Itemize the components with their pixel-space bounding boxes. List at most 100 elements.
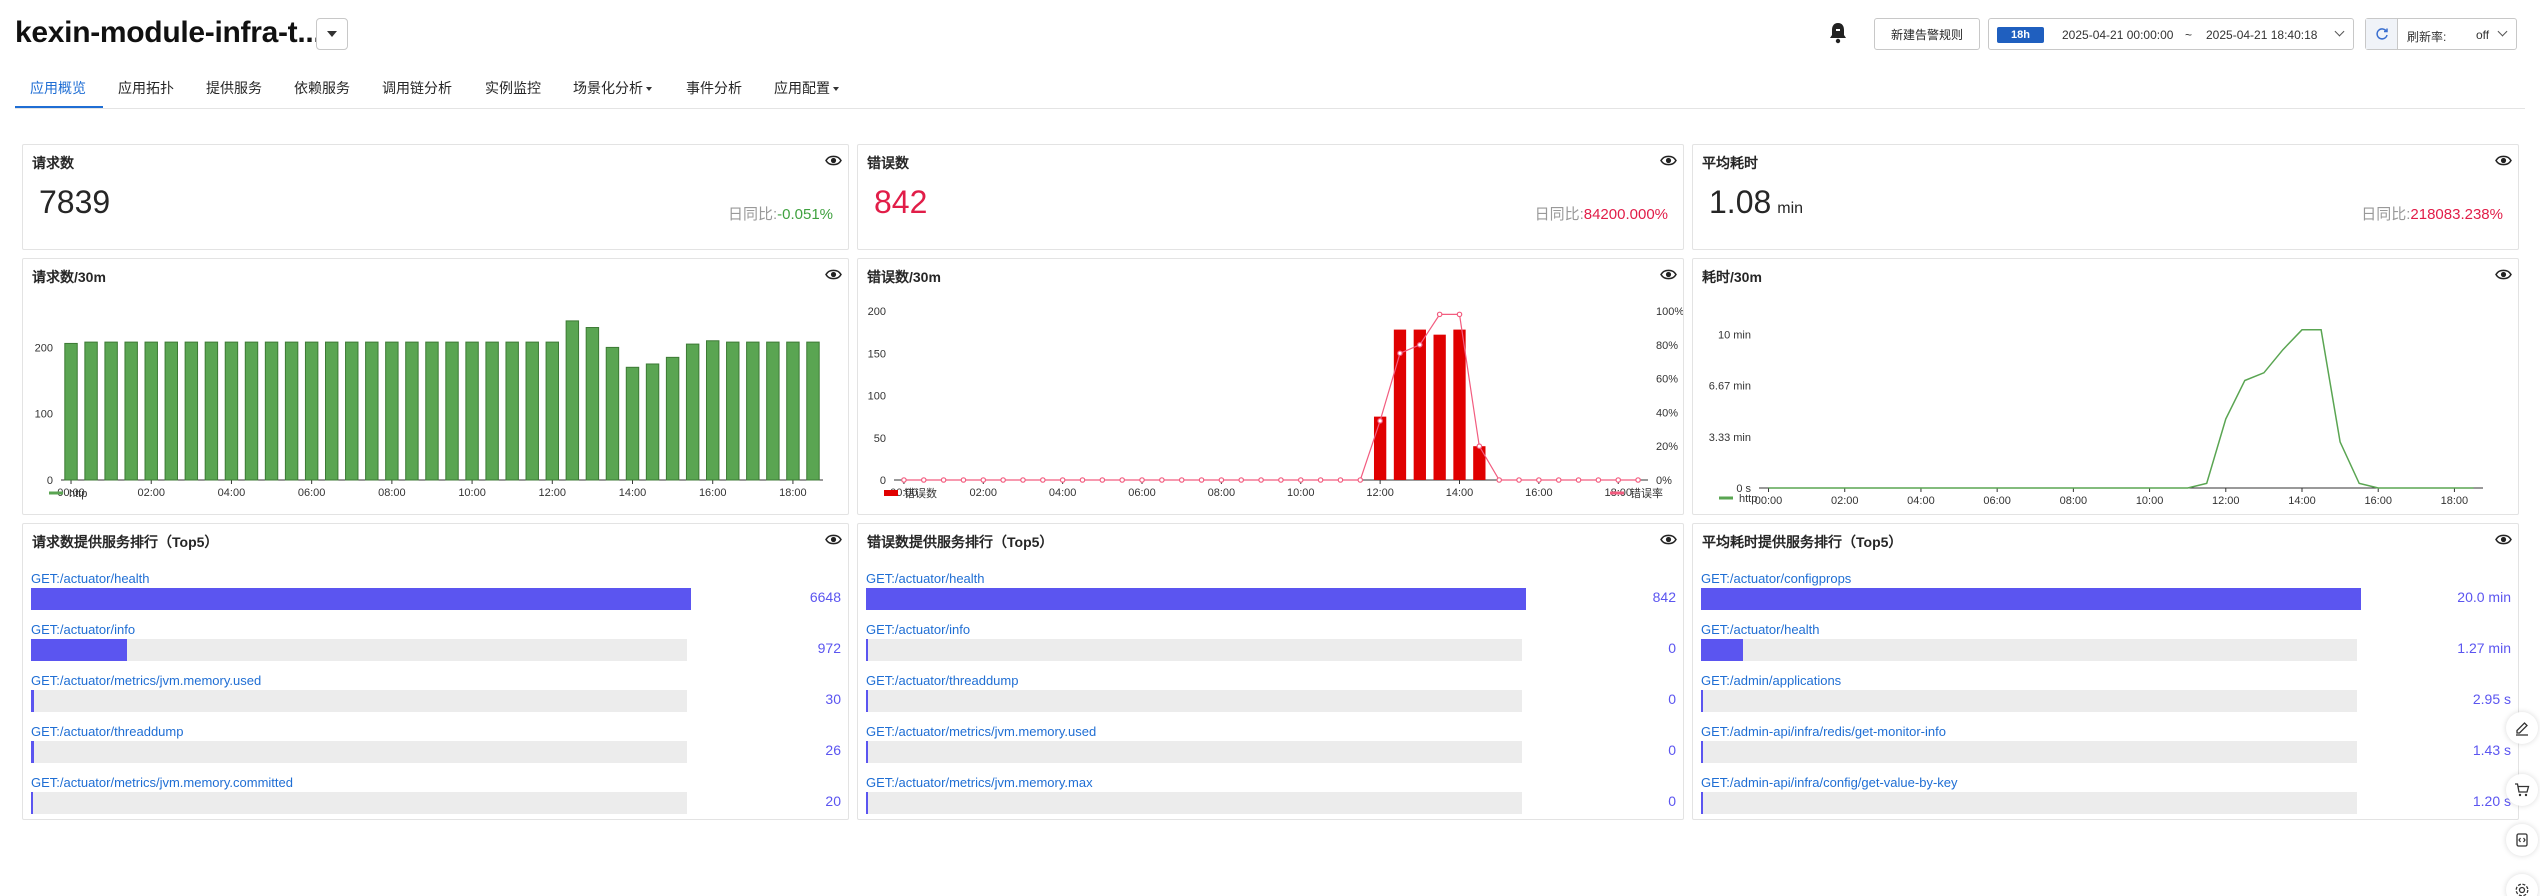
rank-service-link[interactable]: GET:/actuator/health [866, 571, 985, 586]
tab-trace-analysis[interactable]: 调用链分析 [382, 78, 452, 108]
rank-bar-fill [31, 792, 33, 814]
rank-bar-fill [31, 639, 128, 661]
rank-row[interactable]: GET:/actuator/health 1.27 min [1701, 622, 2521, 667]
settings-button[interactable] [2506, 874, 2538, 896]
rank-row[interactable]: GET:/actuator/metrics/jvm.memory.max 0 [866, 775, 1686, 820]
rank-row[interactable]: GET:/actuator/info 0 [866, 622, 1686, 667]
edit-button[interactable] [2506, 712, 2538, 744]
rank-service-link[interactable]: GET:/actuator/metrics/jvm.memory.committ… [31, 775, 293, 790]
tab-instance-monitor[interactable]: 实例监控 [485, 78, 541, 108]
new-alarm-rule-button[interactable]: 新建告警规则 [1874, 18, 1980, 50]
stat-number: 7839 [39, 184, 111, 220]
rank-service-link[interactable]: GET:/actuator/threaddump [31, 724, 183, 739]
chart-panel-errors: 错误数/30m 0 50 100 150 200 0% 20% 40% 60% 80% 100% 00… [857, 258, 1684, 515]
rank-service-link[interactable]: GET:/actuator/configprops [1701, 571, 1851, 586]
bar [104, 341, 118, 481]
y-tick-label: 6.67 min [1709, 381, 1751, 393]
bar [806, 341, 820, 481]
rank-bar-track [1701, 792, 2357, 814]
eye-icon[interactable] [1660, 154, 1677, 167]
edit-icon [2516, 722, 2528, 736]
rank-service-link[interactable]: GET:/admin/applications [1701, 673, 1841, 688]
point [1476, 443, 1483, 450]
legend-label: http [69, 488, 87, 500]
rank-row[interactable]: GET:/admin/applications 2.95 s [1701, 673, 2521, 718]
active-tab-indicator [15, 106, 103, 108]
rank-value: 0 [1668, 742, 1676, 758]
code-button[interactable] [2506, 824, 2538, 856]
rank-service-link[interactable]: GET:/admin-api/infra/redis/get-monitor-i… [1701, 724, 1946, 739]
rank-row[interactable]: GET:/actuator/metrics/jvm.memory.used 0 [866, 724, 1686, 769]
rank-row[interactable]: GET:/admin-api/infra/config/get-value-by… [1701, 775, 2521, 820]
tab-dependent-services[interactable]: 依赖服务 [294, 78, 350, 108]
rank-row[interactable]: GET:/admin-api/infra/redis/get-monitor-i… [1701, 724, 2521, 769]
rank-row[interactable]: GET:/actuator/metrics/jvm.memory.used 30 [31, 673, 851, 718]
rank-service-link[interactable]: GET:/actuator/metrics/jvm.memory.used [31, 673, 261, 688]
app-switch-dropdown[interactable] [316, 18, 348, 50]
eye-icon[interactable] [825, 533, 842, 546]
rank-value: 20 [825, 793, 841, 809]
rank-service-link[interactable]: GET:/actuator/health [1701, 622, 1820, 637]
bell-icon[interactable] [1827, 21, 1849, 45]
rank-row[interactable]: GET:/actuator/metrics/jvm.memory.committ… [31, 775, 851, 820]
eye-icon[interactable] [1660, 533, 1677, 546]
eye-icon[interactable] [1660, 268, 1677, 281]
rank-service-link[interactable]: GET:/actuator/health [31, 571, 150, 586]
rank-service-link[interactable]: GET:/actuator/metrics/jvm.memory.max [866, 775, 1093, 790]
chevron-down-icon [2497, 26, 2508, 37]
rank-row[interactable]: GET:/actuator/health 6648 [31, 571, 851, 616]
bar [184, 341, 199, 481]
ratio-value: -0.051% [777, 206, 833, 223]
point [1417, 341, 1423, 348]
eye-icon[interactable] [825, 154, 842, 167]
legend-label: 错误数 [904, 486, 937, 500]
tab-event-analysis[interactable]: 事件分析 [686, 78, 742, 108]
rank-service-link[interactable]: GET:/actuator/info [866, 622, 970, 637]
y-tick-label: 200 [868, 306, 886, 318]
eye-icon[interactable] [2495, 154, 2512, 167]
chevron-down-icon [327, 31, 337, 37]
bar [746, 341, 760, 481]
time-range-picker[interactable]: 18h 2025-04-21 00:00:00 ~ 2025-04-21 18:… [1988, 18, 2354, 50]
bar [766, 341, 780, 481]
rank-row[interactable]: GET:/actuator/threaddump 0 [866, 673, 1686, 718]
chevron-down-icon [833, 87, 839, 92]
rank-service-link[interactable]: GET:/actuator/threaddump [866, 673, 1018, 688]
point [1436, 311, 1443, 318]
rank-row[interactable]: GET:/actuator/info 972 [31, 622, 851, 667]
eye-icon[interactable] [825, 268, 842, 281]
time-range-separator: ~ [2185, 28, 2193, 42]
rank-service-link[interactable]: GET:/actuator/metrics/jvm.memory.used [866, 724, 1096, 739]
cart-button[interactable] [2506, 774, 2538, 806]
bar [224, 341, 239, 481]
eye-icon[interactable] [2495, 533, 2512, 546]
rank-row[interactable]: GET:/actuator/health 842 [866, 571, 1686, 616]
eye-icon[interactable] [2495, 268, 2512, 281]
tab-scenario-analysis[interactable]: 场景化分析 [573, 78, 652, 108]
y2-tick-label: 80% [1656, 340, 1678, 352]
point [1536, 477, 1542, 483]
rank-service-link[interactable]: GET:/admin-api/infra/config/get-value-by… [1701, 775, 1958, 790]
day-over-day-ratio: 日同比:218083.238% [2361, 203, 2503, 224]
point [1059, 477, 1066, 483]
stat-number: 842 [874, 184, 928, 220]
tab-app-config[interactable]: 应用配置 [774, 78, 839, 108]
point [1278, 477, 1284, 483]
series-line [903, 313, 1639, 481]
bar [144, 341, 158, 481]
refresh-button[interactable] [2366, 19, 2398, 49]
stat-number: 1.08 [1709, 184, 1772, 220]
rank-row[interactable]: GET:/actuator/threaddump 26 [31, 724, 851, 769]
tab-overview[interactable]: 应用概览 [30, 78, 86, 108]
refresh-rate-select[interactable]: off [2476, 28, 2489, 42]
y-tick-label: 100 [35, 409, 53, 421]
tab-label: 调用链分析 [382, 80, 452, 96]
rank-row[interactable]: GET:/actuator/configprops 20.0 min [1701, 571, 2521, 616]
tab-topology[interactable]: 应用拓扑 [118, 78, 174, 108]
tab-provided-services[interactable]: 提供服务 [206, 78, 262, 108]
x-tick-label: 06:00 [298, 487, 326, 499]
rank-value: 0 [1668, 691, 1676, 707]
rank-bar-track [31, 792, 687, 814]
rank-service-link[interactable]: GET:/actuator/info [31, 622, 135, 637]
x-tick-label: 08:00 [378, 487, 406, 499]
